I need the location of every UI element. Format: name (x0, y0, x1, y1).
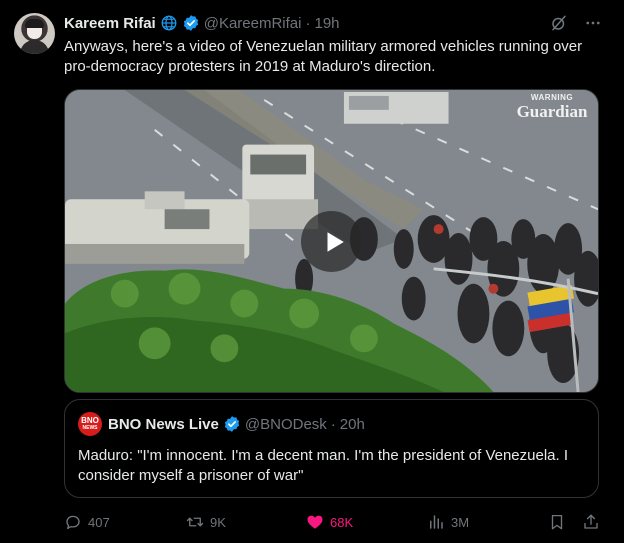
share-icon (584, 514, 598, 529)
quoted-tweet[interactable]: BNO NEWS BNO News Live @BNODesk · 20h Ma… (64, 399, 599, 498)
repost-button[interactable]: 9K (186, 510, 226, 534)
more-icon[interactable] (584, 14, 602, 32)
bookmark-icon (551, 514, 563, 530)
play-icon (327, 231, 344, 252)
tweet-header: Kareem Rifai @KareemRifai · 19h (64, 13, 340, 33)
quoted-timestamp[interactable]: 20h (340, 416, 365, 433)
video-player[interactable]: WARNING Guardian (64, 89, 599, 393)
tweet-top-actions (550, 14, 602, 32)
separator-dot: · (305, 14, 311, 32)
author-name[interactable]: Kareem Rifai (64, 15, 156, 32)
quoted-author-name[interactable]: BNO News Live (108, 416, 219, 433)
grok-icon[interactable] (550, 14, 568, 32)
reply-icon (66, 515, 80, 530)
play-button[interactable] (301, 211, 362, 272)
like-count: 68K (330, 514, 354, 530)
views-count: 3M (451, 514, 470, 530)
reply-count: 407 (88, 514, 110, 530)
quoted-author-avatar[interactable]: BNO NEWS (78, 412, 102, 436)
author-handle[interactable]: @KareemRifai (204, 15, 302, 32)
verified-badge-icon (224, 416, 239, 432)
author-avatar[interactable] (14, 13, 55, 54)
quoted-tweet-text: Maduro: "I'm innocent. I'm a decent man.… (78, 447, 569, 484)
guardian-watermark: WARNING Guardian (514, 93, 590, 123)
tweet-timestamp[interactable]: 19h (314, 15, 339, 32)
quoted-tweet-header: BNO NEWS BNO News Live @BNODesk · 20h (78, 412, 365, 436)
globe-icon (161, 15, 177, 31)
repost-icon (186, 517, 204, 527)
tweet-text: Anyways, here's a video of Venezuelan mi… (64, 38, 583, 75)
separator-dot: · (330, 415, 336, 433)
tweet[interactable]: Kareem Rifai @KareemRifai · 19h Anyways,… (0, 0, 624, 543)
views-button[interactable]: 3M (427, 510, 469, 534)
like-button[interactable]: 68K (306, 510, 353, 534)
reply-button[interactable]: 407 (64, 510, 110, 534)
share-button[interactable] (582, 510, 606, 534)
quoted-author-handle[interactable]: @BNODesk (245, 416, 327, 433)
repost-count: 9K (210, 514, 226, 530)
verified-badge-icon (183, 15, 198, 31)
quoted-avatar-line1: BNO (81, 416, 99, 425)
watermark-brand: Guardian (516, 102, 588, 121)
heart-filled-icon (307, 515, 323, 529)
quoted-avatar-line2: NEWS (82, 425, 98, 431)
views-chart-icon (430, 515, 443, 529)
bookmark-button[interactable] (548, 510, 572, 534)
tweet-action-bar: 407 9K 68K 3M (64, 510, 604, 534)
